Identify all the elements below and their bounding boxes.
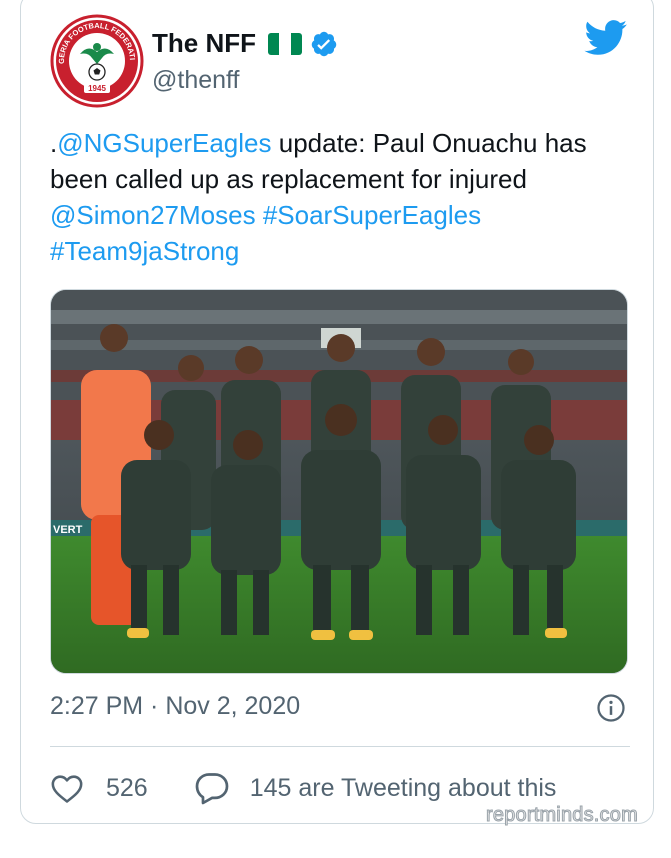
verified-badge-icon: [311, 31, 337, 56]
team-photo-image: VERT: [51, 290, 627, 673]
mention-link[interactable]: @NGSuperEagles: [57, 128, 271, 158]
author-display-name[interactable]: The NFF: [152, 28, 256, 59]
divider: [50, 746, 630, 747]
mention-link[interactable]: @Simon27Moses: [50, 200, 256, 230]
nigeria-flag-icon: [268, 32, 302, 55]
tweet-text: .@NGSuperEagles update: Paul Onuachu has…: [50, 125, 630, 269]
tweet-timestamp[interactable]: 2:27 PM · Nov 2, 2020: [50, 692, 300, 721]
author-handle[interactable]: @thenff: [152, 66, 239, 95]
watermark: reportminds.com: [486, 804, 639, 827]
avatar[interactable]: NIGERIA FOOTBALL FEDERATION 1945: [50, 14, 144, 108]
tweeting-about-link[interactable]: 145 are Tweeting about this: [250, 774, 557, 803]
reply-bubble-icon[interactable]: [194, 771, 230, 805]
like-count[interactable]: 526: [106, 774, 148, 803]
hashtag-link[interactable]: #SoarSuperEagles: [263, 200, 481, 230]
heart-icon[interactable]: [50, 772, 84, 804]
hashtag-link[interactable]: #Team9jaStrong: [50, 236, 239, 266]
tweet-photo[interactable]: VERT: [50, 289, 628, 674]
tweet-text-segment: [256, 200, 263, 230]
twitter-bird-icon[interactable]: [584, 20, 628, 56]
info-icon[interactable]: [596, 693, 626, 723]
author-name-row[interactable]: The NFF: [152, 28, 338, 59]
tweet-actions: 526 145 are Tweeting about this: [50, 768, 556, 808]
avatar-year: 1945: [88, 84, 106, 93]
banner-text: VERT: [53, 524, 83, 536]
